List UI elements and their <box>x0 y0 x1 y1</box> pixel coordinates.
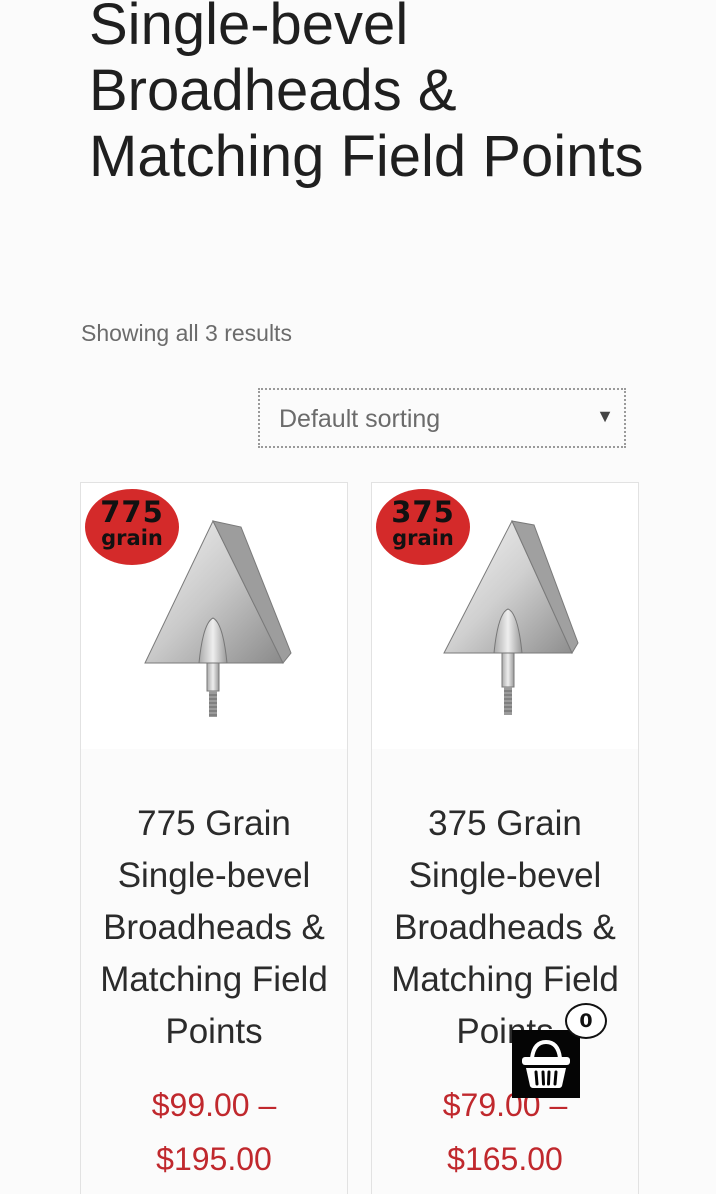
grain-badge: 775 grain <box>85 489 179 565</box>
sort-dropdown[interactable]: Default sorting ▼ <box>258 388 626 448</box>
product-price: $99.00 – $195.00 <box>80 1078 348 1186</box>
triangle-down-icon: ▼ <box>596 406 614 426</box>
grain-badge: 375 grain <box>376 489 470 565</box>
shop-page: Single-bevel Broadheads & Matching Field… <box>0 0 716 1194</box>
product-image[interactable]: 375 grain <box>372 483 638 749</box>
product-image[interactable]: 775 grain <box>81 483 347 749</box>
price-high: $195.00 <box>156 1141 272 1177</box>
grain-badge-number: 775 <box>100 495 164 529</box>
price-low: $99.00 <box>151 1087 250 1123</box>
product-price: $79.00 – $165.00 <box>371 1078 639 1186</box>
product-title[interactable]: 775 Grain Single-bevel Broadheads & Matc… <box>81 798 347 1058</box>
grain-badge-unit: grain <box>392 526 454 550</box>
cart-button[interactable] <box>512 1030 580 1098</box>
page-title: Single-bevel Broadheads & Matching Field… <box>89 0 644 189</box>
price-separator: – <box>258 1087 277 1123</box>
shopping-basket-icon <box>522 1039 570 1088</box>
price-high: $165.00 <box>447 1141 563 1177</box>
cart-count-badge: 0 <box>565 1003 607 1039</box>
grain-badge-number: 375 <box>391 495 455 529</box>
sort-selected-value: Default sorting <box>279 405 441 433</box>
grain-badge-unit: grain <box>101 526 163 550</box>
result-count: Showing all 3 results <box>81 320 292 346</box>
